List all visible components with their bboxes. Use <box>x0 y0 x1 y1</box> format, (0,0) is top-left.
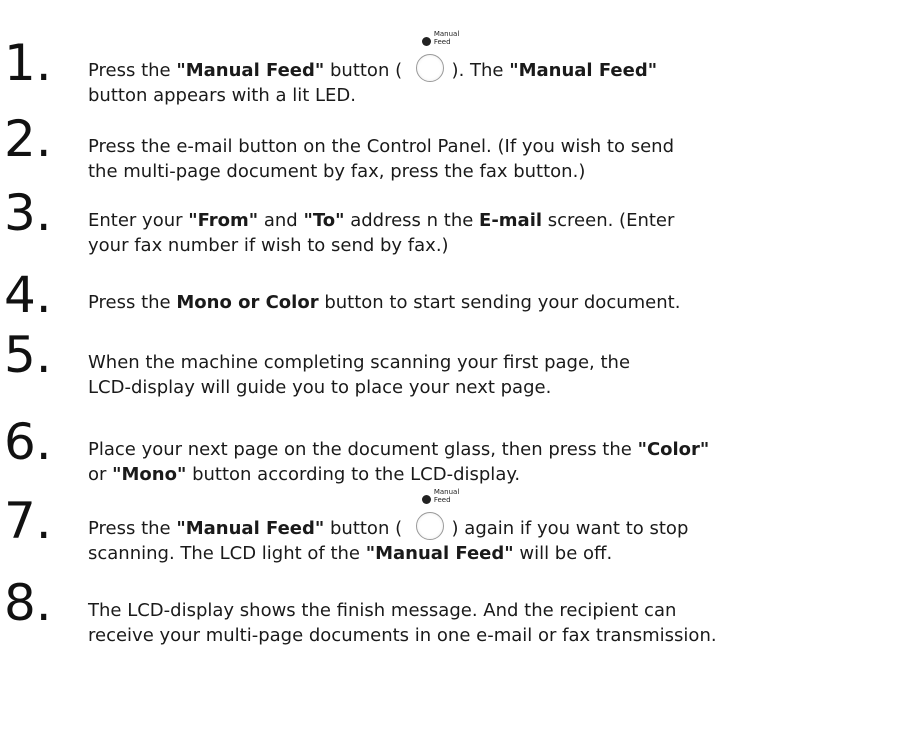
step-text: Press the e-mail button on the Control P… <box>88 134 900 184</box>
led-indicator-icon <box>421 37 431 46</box>
step-text: Press the "Manual Feed" button ( Manual F… <box>88 31 900 108</box>
emphasis-text: "To" <box>303 210 345 231</box>
step-line: Press the "Manual Feed" button ( Manual F… <box>88 31 900 83</box>
step-text: Place your next page on the document gla… <box>88 437 900 487</box>
emphasis-text: "Color" <box>637 439 710 460</box>
step-line: LCD-display will guide you to place your… <box>88 375 900 400</box>
step-number: 1. <box>4 34 52 92</box>
step-number: 6. <box>4 413 52 471</box>
step-number: 3. <box>4 184 52 242</box>
step-number: 2. <box>4 110 52 168</box>
text-run: button according to the LCD-display. <box>186 464 521 485</box>
step-text: Press the "Manual Feed" button ( Manual F… <box>88 489 900 566</box>
emphasis-text: E-mail <box>479 210 543 231</box>
step-line: or "Mono" button according to the LCD-di… <box>88 462 900 487</box>
text-run: ) again if you want to stop <box>445 518 689 539</box>
led-indicator-icon <box>421 495 431 504</box>
text-run: scanning. The LCD light of the <box>88 543 366 564</box>
text-run: Press the e-mail button on the Control P… <box>88 136 674 157</box>
step-line: Press the e-mail button on the Control P… <box>88 134 900 159</box>
text-run: Place your next page on the document gla… <box>88 439 638 460</box>
text-run: Press the <box>88 292 177 313</box>
text-run: the multi-page document by fax, press th… <box>88 161 586 182</box>
step-line: Place your next page on the document gla… <box>88 437 900 462</box>
manual-feed-icon-label: Feed <box>433 38 451 46</box>
step-line: Enter your "From" and "To" address n the… <box>88 208 900 233</box>
manual-feed-icon-label: Feed <box>433 496 451 504</box>
emphasis-text: "Manual Feed" <box>176 518 325 539</box>
step-line: receive your multi-page documents in one… <box>88 623 900 648</box>
emphasis-text: "From" <box>188 210 259 231</box>
text-run: Press the <box>88 518 177 539</box>
text-run: button to start sending your document. <box>318 292 681 313</box>
button-ring-icon <box>415 512 444 540</box>
step-line: the multi-page document by fax, press th… <box>88 159 900 184</box>
manual-feed-icon-label: Manual <box>433 30 460 38</box>
text-run: button appears with a lit LED. <box>88 85 357 106</box>
text-run: address n the <box>344 210 480 231</box>
manual-feed-button-icon: Manual Feed <box>408 489 459 541</box>
text-run: button ( <box>324 518 408 539</box>
step-text: Press the Mono or Color button to start … <box>88 290 900 315</box>
text-run: button ( <box>324 60 408 81</box>
step-text: The LCD-display shows the finish message… <box>88 598 900 648</box>
emphasis-text: "Manual Feed" <box>176 60 325 81</box>
text-run: Enter your <box>88 210 189 231</box>
step-line: your fax number if wish to send by fax.) <box>88 233 900 258</box>
emphasis-text: Mono or Color <box>176 292 319 313</box>
text-run: When the machine completing scanning you… <box>88 352 631 373</box>
text-run: The LCD-display shows the finish message… <box>88 600 677 621</box>
manual-feed-button-icon: Manual Feed <box>408 31 459 83</box>
text-run: screen. (Enter <box>542 210 675 231</box>
step-line: scanning. The LCD light of the "Manual F… <box>88 541 900 566</box>
step-number: 4. <box>4 266 52 324</box>
text-run: ). The <box>445 60 510 81</box>
step-text: When the machine completing scanning you… <box>88 350 900 400</box>
emphasis-text: "Manual Feed" <box>365 543 514 564</box>
emphasis-text: "Mono" <box>112 464 187 485</box>
step-number: 5. <box>4 326 52 384</box>
step-number: 8. <box>4 574 52 632</box>
step-number: 7. <box>4 492 52 550</box>
text-run: your fax number if wish to send by fax.) <box>88 235 449 256</box>
step-line: button appears with a lit LED. <box>88 83 900 108</box>
step-line: Press the Mono or Color button to start … <box>88 290 900 315</box>
step-line: Press the "Manual Feed" button ( Manual F… <box>88 489 900 541</box>
text-run: and <box>258 210 304 231</box>
text-run: or <box>88 464 113 485</box>
text-run: receive your multi-page documents in one… <box>88 625 717 646</box>
step-line: The LCD-display shows the finish message… <box>88 598 900 623</box>
button-ring-icon <box>415 54 444 82</box>
text-run: Press the <box>88 60 177 81</box>
text-run: LCD-display will guide you to place your… <box>88 377 552 398</box>
manual-feed-icon-label: Manual <box>433 488 460 496</box>
step-line: When the machine completing scanning you… <box>88 350 900 375</box>
emphasis-text: "Manual Feed" <box>509 60 658 81</box>
text-run: will be off. <box>513 543 613 564</box>
step-text: Enter your "From" and "To" address n the… <box>88 208 900 258</box>
